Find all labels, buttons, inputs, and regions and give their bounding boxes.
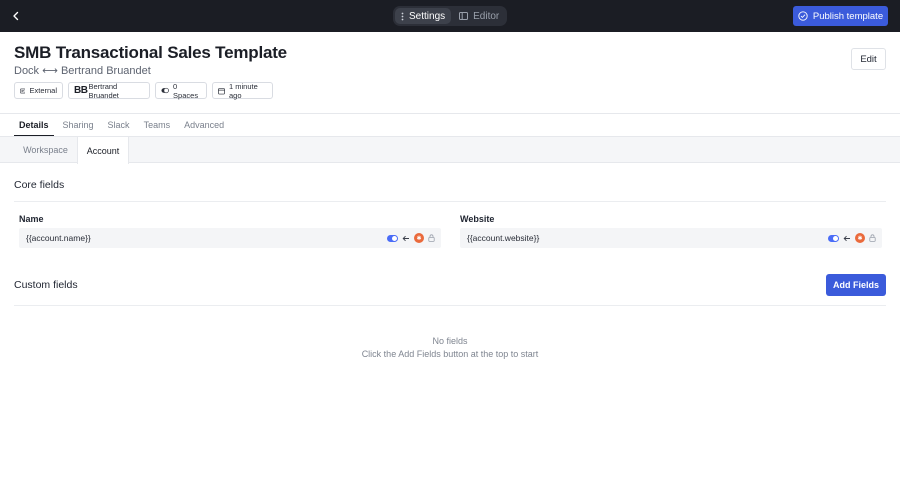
website-field-value: {{account.website}} — [467, 233, 540, 243]
lock-icon — [428, 234, 435, 242]
meta-chips: External BB Bertrand Bruandet 0 Spaces 1… — [14, 81, 273, 100]
mode-switcher: Settings Editor — [393, 6, 507, 26]
sync-toggle[interactable] — [387, 234, 398, 242]
panel-icon — [459, 12, 469, 20]
check-circle-icon — [798, 11, 808, 21]
external-chip[interactable]: External — [14, 82, 63, 99]
subtabs-bar: Workspace Account — [0, 137, 900, 164]
owner-chip[interactable]: BB Bertrand Bruandet — [68, 81, 150, 100]
external-icon — [20, 88, 26, 93]
lock-icon — [869, 234, 876, 242]
edit-button[interactable]: Edit — [851, 48, 886, 70]
website-field-actions: ✱ — [828, 233, 876, 243]
spaces-icon — [161, 87, 169, 94]
tab-settings-label: Settings — [409, 10, 446, 22]
page-title: SMB Transactional Sales Template — [14, 43, 287, 62]
custom-fields-title: Custom fields — [14, 279, 78, 291]
tab-editor-label: Editor — [473, 10, 500, 22]
publish-template-button[interactable]: Publish template — [793, 6, 888, 26]
hubspot-icon: ✱ — [855, 233, 865, 243]
chevron-left-icon — [13, 11, 19, 21]
name-field-value: {{account.name}} — [26, 233, 91, 243]
time-label: 1 minute ago — [229, 81, 258, 100]
tab-advanced[interactable]: Advanced — [179, 114, 229, 136]
core-fields-title: Core fields — [14, 179, 65, 191]
owner-initials: BB — [74, 85, 88, 96]
website-field-label: Website — [460, 214, 495, 224]
name-field[interactable]: {{account.name}} ✱ — [19, 228, 441, 248]
owner-name: Bertrand Bruandet — [88, 81, 119, 100]
arrow-left-icon[interactable] — [843, 235, 851, 242]
tab-slack[interactable]: Slack — [103, 114, 135, 136]
tab-teams[interactable]: Teams — [139, 114, 176, 136]
core-fields-divider — [14, 201, 886, 202]
name-field-label: Name — [19, 214, 44, 224]
calendar-icon — [218, 87, 225, 94]
name-field-actions: ✱ — [387, 233, 435, 243]
publish-template-label: Publish template — [812, 10, 884, 22]
add-fields-button[interactable]: Add Fields — [826, 274, 886, 296]
subtab-account[interactable]: Account — [77, 137, 129, 164]
custom-fields-divider — [14, 305, 886, 306]
sync-toggle[interactable] — [828, 234, 839, 242]
tab-settings[interactable]: Settings — [395, 8, 452, 24]
tab-editor[interactable]: Editor — [453, 8, 505, 24]
tab-sharing[interactable]: Sharing — [58, 114, 99, 136]
subtab-workspace[interactable]: Workspace — [14, 137, 77, 163]
back-button[interactable] — [8, 8, 24, 24]
kebab-icon — [401, 12, 404, 20]
time-chip: 1 minute ago — [212, 81, 273, 100]
main-tabs: Details Sharing Slack Teams Advanced — [14, 114, 233, 136]
external-label: External — [29, 86, 57, 95]
spaces-label: 0 Spaces — [173, 81, 199, 100]
spaces-chip[interactable]: 0 Spaces — [155, 81, 207, 100]
page-subtitle: Dock ⟷ Bertrand Bruandet — [14, 65, 151, 77]
website-field[interactable]: {{account.website}} ✱ — [460, 228, 882, 248]
arrow-left-icon[interactable] — [402, 235, 410, 242]
top-bar: Settings Editor Publish template — [0, 0, 900, 32]
empty-state-title: No fields — [432, 336, 468, 346]
empty-state-hint: Click the Add Fields button at the top t… — [361, 349, 539, 359]
hubspot-icon: ✱ — [414, 233, 424, 243]
tab-details[interactable]: Details — [14, 114, 54, 136]
